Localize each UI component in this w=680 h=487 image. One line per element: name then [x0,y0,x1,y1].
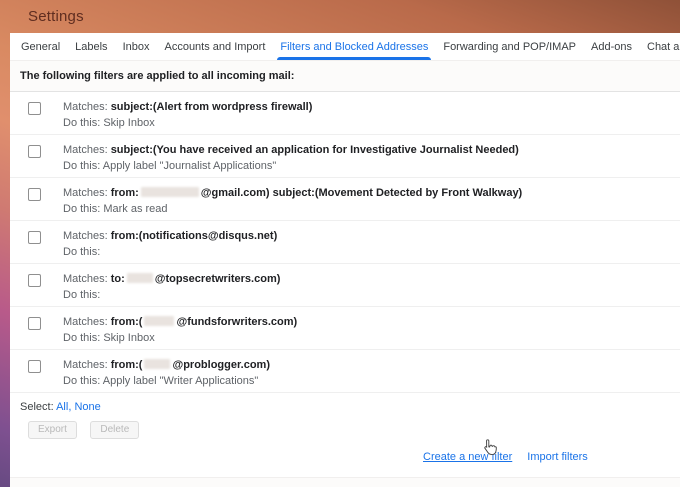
tab-general[interactable]: General [20,33,61,60]
tab-filters-and-blocked-addresses[interactable]: Filters and Blocked Addresses [279,33,429,60]
filter-checkbox[interactable] [28,102,41,115]
tab-chat-and-meet[interactable]: Chat and Meet [646,33,680,60]
tab-accounts-and-import[interactable]: Accounts and Import [163,33,266,60]
select-label: Select: [20,401,54,413]
export-button[interactable]: Export [28,421,77,439]
tab-labels[interactable]: Labels [74,33,108,60]
filter-text: Matches: to:@topsecretwriters.com)Do thi… [63,271,280,303]
filter-row: Matches: to:@topsecretwriters.com)Do thi… [10,264,680,307]
filter-buttons-row: Export Delete [10,413,680,439]
filter-action-line: Do this: [63,244,277,260]
filter-action-line: Do this: Apply label "Journalist Applica… [63,158,519,174]
filter-action-line: Do this: Mark as read [63,201,522,217]
filter-matches-line: Matches: from:(@problogger.com) [63,357,270,373]
filter-row: Matches: from:(@fundsforwriters.com)Do t… [10,307,680,350]
filter-matches-line: Matches: from:(@fundsforwriters.com) [63,314,297,330]
blocked-section-heading: The following email addresses are blocke… [10,477,680,487]
filter-action-line: Do this: Skip Inbox [63,330,297,346]
filter-list: Matches: subject:(Alert from wordpress f… [10,92,680,393]
cursor-icon [483,438,498,462]
filter-text: Matches: from:(notifications@disqus.net)… [63,228,277,260]
filters-section-heading: The following filters are applied to all… [10,60,680,92]
settings-tabbar: General Labels Inbox Accounts and Import Fil… [10,33,680,60]
redacted-text [144,359,170,369]
filter-row: Matches: from:@gmail.com) subject:(Movem… [10,178,680,221]
filter-row: Matches: from:(@problogger.com)Do this: … [10,350,680,393]
import-filters-link[interactable]: Import filters [527,451,588,463]
settings-panel: General Labels Inbox Accounts and Import Fil… [10,33,680,487]
filter-checkbox[interactable] [28,274,41,287]
blocked-section: The following email addresses are blocke… [10,477,680,487]
redacted-text [144,316,174,326]
filter-matches-line: Matches: subject:(You have received an a… [63,142,519,158]
filter-matches-line: Matches: subject:(Alert from wordpress f… [63,99,312,115]
tab-add-ons[interactable]: Add-ons [590,33,633,60]
filter-action-line: Do this: [63,287,280,303]
filter-action-line: Do this: Skip Inbox [63,115,312,131]
filter-checkbox[interactable] [28,231,41,244]
filter-checkbox[interactable] [28,145,41,158]
filter-matches-line: Matches: from:@gmail.com) subject:(Movem… [63,185,522,201]
select-row: Select: All, None [10,393,680,413]
filter-matches-line: Matches: to:@topsecretwriters.com) [63,271,280,287]
redacted-text [127,273,153,283]
filter-text: Matches: from:(@problogger.com)Do this: … [63,357,270,389]
filter-text: Matches: subject:(You have received an a… [63,142,519,174]
filter-action-line: Do this: Apply label "Writer Application… [63,373,270,389]
redacted-text [141,187,199,197]
create-new-filter-link[interactable]: Create a new filter [423,451,512,463]
select-none-link[interactable]: None [74,401,100,413]
tab-inbox[interactable]: Inbox [122,33,151,60]
delete-button[interactable]: Delete [90,421,139,439]
tab-forwarding-and-pop-imap[interactable]: Forwarding and POP/IMAP [442,33,577,60]
filter-checkbox[interactable] [28,317,41,330]
filter-checkbox[interactable] [28,188,41,201]
filter-checkbox[interactable] [28,360,41,373]
filter-text: Matches: from:@gmail.com) subject:(Movem… [63,185,522,217]
filter-row: Matches: subject:(You have received an a… [10,135,680,178]
filter-text: Matches: from:(@fundsforwriters.com)Do t… [63,314,297,346]
filter-matches-line: Matches: from:(notifications@disqus.net) [63,228,277,244]
filter-text: Matches: subject:(Alert from wordpress f… [63,99,312,131]
page-title: Settings [28,8,84,25]
filter-row: Matches: from:(notifications@disqus.net)… [10,221,680,264]
filter-links-row: Create a new filter Import filters [10,451,680,463]
select-all-link[interactable]: All [56,401,68,413]
filter-row: Matches: subject:(Alert from wordpress f… [10,92,680,135]
